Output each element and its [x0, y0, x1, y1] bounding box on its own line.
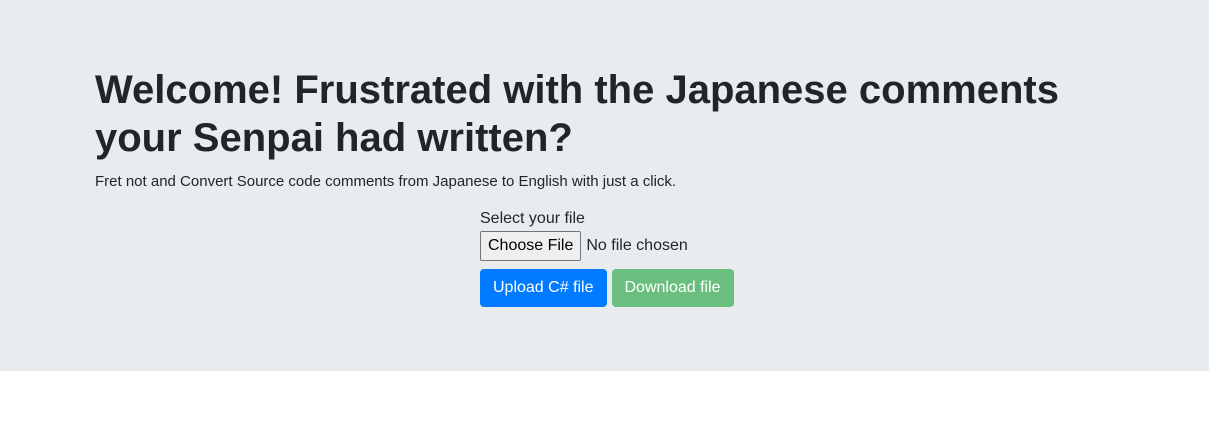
choose-file-button[interactable]: Choose File: [480, 231, 582, 261]
upload-button[interactable]: Upload C# file: [480, 269, 607, 307]
header-container: Welcome! Frustrated with the Japanese co…: [95, 66, 1125, 192]
file-status-text: No file chosen: [586, 237, 688, 254]
page-subtitle: Fret not and Convert Source code comment…: [95, 173, 677, 190]
file-input[interactable]: Choose File No file chosen: [480, 231, 780, 261]
download-button[interactable]: Download file: [611, 269, 734, 307]
file-label: Select your file: [480, 210, 585, 227]
jumbotron: Welcome! Frustrated with the Japanese co…: [0, 0, 1209, 371]
upload-form: Select your file Choose File No file cho…: [480, 209, 780, 307]
action-buttons: Upload C# file Download file: [480, 269, 780, 307]
page-title: Welcome! Frustrated with the Japanese co…: [95, 68, 1059, 160]
